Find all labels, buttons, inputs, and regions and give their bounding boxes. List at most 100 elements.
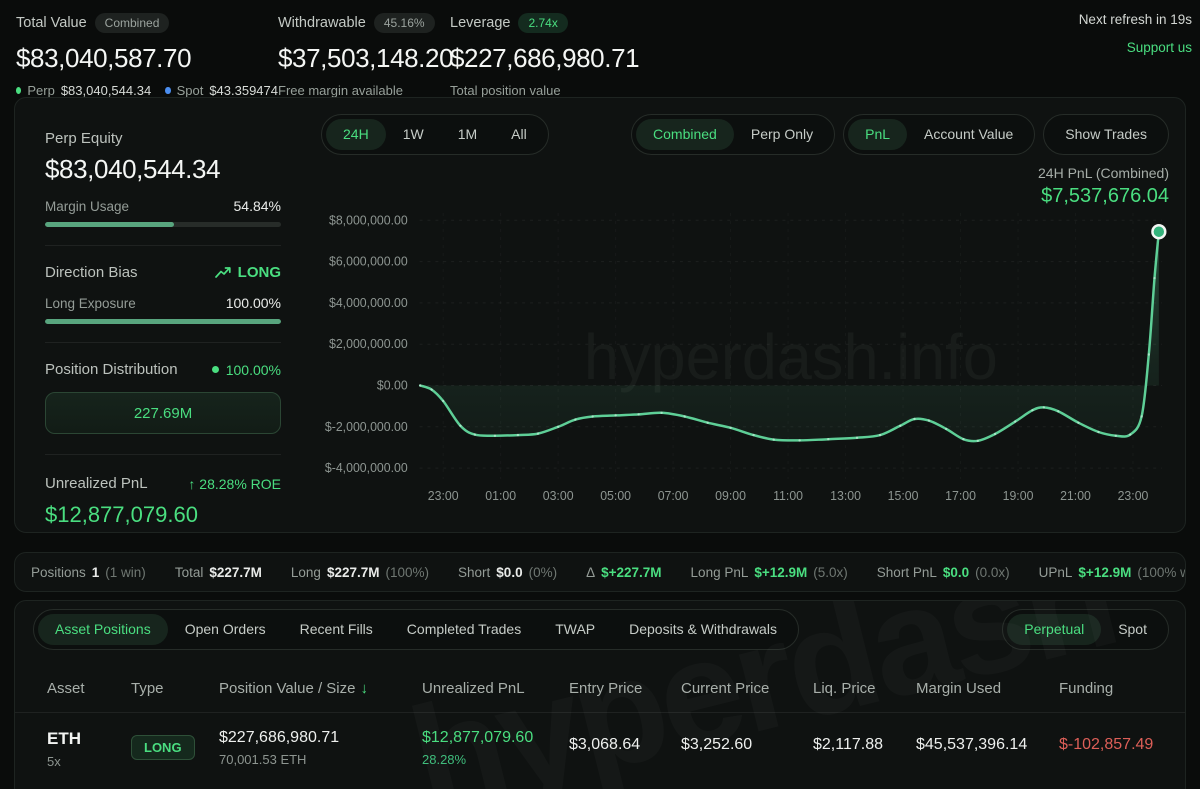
perp-equity-value: $83,040,544.34 [45,154,281,185]
data-point-marker [827,438,829,440]
mode-perp-only[interactable]: Perp Only [734,119,830,150]
x-axis-label: 17:00 [945,489,976,503]
distribution-dot-icon [212,366,219,373]
unrealized-pnl-cell: $12,877,079.60 28.28% [422,729,569,767]
total-value-stat: Total Value Combined $83,040,587.70 Perp… [16,10,278,90]
data-point-marker [591,415,593,417]
tab-twap[interactable]: TWAP [538,614,612,645]
data-point-marker [945,427,947,429]
support-us-link[interactable]: Support us [1079,40,1192,55]
col-type[interactable]: Type [131,680,219,697]
view-account-value[interactable]: Account Value [907,119,1030,150]
position-distribution-label: Position Distribution [45,361,178,378]
tab-recent-fills[interactable]: Recent Fills [283,614,390,645]
chart-pnl-label: 24H PnL (Combined) [321,165,1169,181]
view-pnl[interactable]: PnL [848,119,907,150]
detail-tabs: Asset Positions Open Orders Recent Fills… [33,609,799,650]
combined-pill: Combined [95,13,170,33]
data-point-marker [419,384,421,386]
y-axis-label: $6,000,000.00 [329,254,408,268]
data-point-marker [856,436,858,438]
pnl-chart[interactable]: $8,000,000.00 $6,000,000.00 $4,000,000.00 $… [321,207,1169,507]
spot-dot-icon [165,87,170,94]
time-range-tabs: 24H 1W 1M All [321,114,549,155]
x-axis-label: 23:00 [1118,489,1149,503]
long-exposure-bar [45,319,281,324]
chart-watermark: hyperdash.info [584,321,998,392]
last-point-marker [1152,225,1165,238]
table-row[interactable]: ETH 5x LONG $227,686,980.71 70,001.53 ET… [15,713,1185,789]
data-point-marker [1014,420,1016,422]
margin-usage-value: 54.84% [234,198,281,214]
col-margin-used[interactable]: Margin Used [916,680,1059,697]
withdrawable-label: Withdrawable [278,15,366,31]
account-summary-bar: Total Value Combined $83,040,587.70 Perp… [0,0,1200,90]
leverage-sub: Total position value [450,83,1079,98]
data-point-marker [517,434,519,436]
y-axis-label: $-4,000,000.00 [325,461,408,475]
show-trades-button[interactable]: Show Trades [1048,119,1164,150]
mode-combined[interactable]: Combined [636,119,734,150]
portfolio-panel: Perp Equity $83,040,544.34 Margin Usage … [14,97,1186,533]
data-point-marker [1077,421,1079,423]
liq-price-cell: $2,117.88 [813,729,916,754]
data-point-marker [1031,409,1033,411]
data-point-marker [430,388,432,390]
long-badge: LONG [131,735,195,760]
data-point-marker [1153,277,1155,279]
x-axis-label: 01:00 [485,489,516,503]
col-unrealized-pnl[interactable]: Unrealized PnL [422,680,569,697]
toggle-perpetual[interactable]: Perpetual [1007,614,1101,645]
tab-24h[interactable]: 24H [326,119,386,150]
leverage-label: Leverage [450,15,510,31]
long-exposure-value: 100.00% [226,295,281,311]
toggle-spot[interactable]: Spot [1101,614,1164,645]
y-axis-label: $0.00 [377,378,408,392]
tab-asset-positions[interactable]: Asset Positions [38,614,168,645]
tab-all[interactable]: All [494,119,544,150]
direction-bias-label: Direction Bias [45,264,138,281]
asset-cell: ETH 5x [47,729,131,769]
roe-value: ↑ 28.28% ROE [188,476,281,492]
data-point-marker [913,418,915,420]
x-axis-label: 15:00 [888,489,919,503]
data-point-marker [928,419,930,421]
tab-completed-trades[interactable]: Completed Trades [390,614,538,645]
perp-dot-icon [16,87,21,94]
market-toggle: Perpetual Spot [1002,609,1169,650]
position-distribution-button[interactable]: 227.69M [45,392,281,434]
y-axis-label: $8,000,000.00 [329,213,408,227]
x-axis-label: 03:00 [543,489,574,503]
col-position-value[interactable]: Position Value / Size↓ [219,680,422,697]
col-entry-price[interactable]: Entry Price [569,680,681,697]
tab-1m[interactable]: 1M [441,119,494,150]
col-current-price[interactable]: Current Price [681,680,813,697]
x-axis-label: 09:00 [715,489,746,503]
data-point-marker [574,418,576,420]
withdrawable-sub: Free margin available [278,83,450,98]
margin-used-cell: $45,537,396.14 [916,729,1059,754]
data-point-marker [879,434,881,436]
data-point-marker [442,400,444,402]
perp-value: $83,040,544.34 [61,83,151,98]
data-point-marker [683,415,685,417]
show-trades-group: Show Trades [1043,114,1169,155]
summary-positions: Positions 1 (1 win) [31,565,146,580]
tab-1w[interactable]: 1W [386,119,441,150]
data-point-marker [1148,353,1150,355]
chart-section: 24H 1W 1M All Combined Perp Only PnL Acc… [321,114,1169,532]
col-funding[interactable]: Funding [1059,680,1157,697]
col-asset[interactable]: Asset [47,680,131,697]
x-axis-label: 23:00 [428,489,459,503]
summary-short: Short $0.0 (0%) [458,565,557,580]
y-axis-label: $4,000,000.00 [329,296,408,310]
data-point-marker [537,432,539,434]
data-point-marker [1043,406,1045,408]
summary-total: Total $227.7M [175,565,262,580]
col-liq-price[interactable]: Liq. Price [813,680,916,697]
withdrawable-stat: Withdrawable 45.16% $37,503,148.20 Free … [278,10,450,90]
tab-deposits-withdrawals[interactable]: Deposits & Withdrawals [612,614,794,645]
tab-open-orders[interactable]: Open Orders [168,614,283,645]
withdrawable-amount: $37,503,148.20 [278,43,450,74]
data-point-marker [459,424,461,426]
